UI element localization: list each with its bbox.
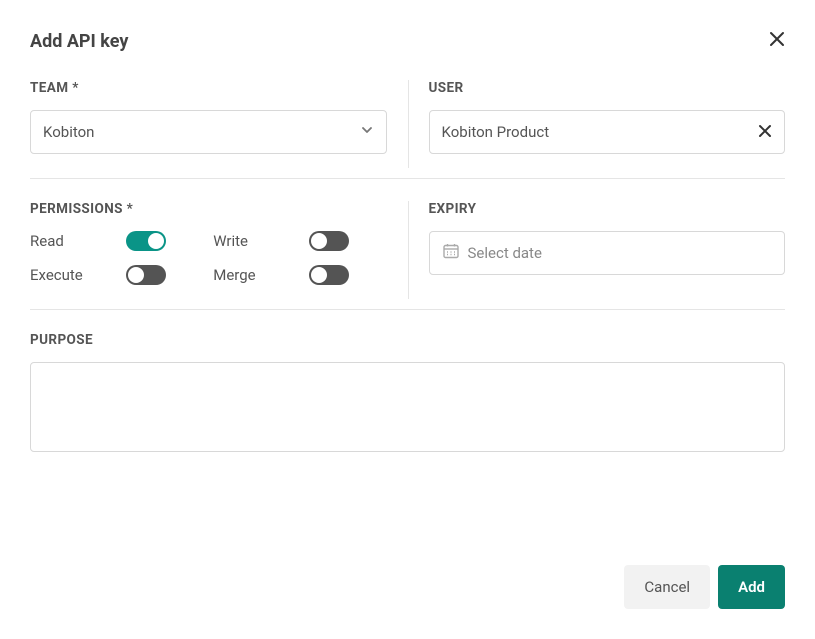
team-select-value: Kobiton [43, 123, 360, 141]
perm-read-row: Read [30, 231, 203, 251]
add-button[interactable]: Add [718, 565, 785, 609]
perm-merge-toggle[interactable] [309, 265, 349, 285]
perm-execute-toggle[interactable] [126, 265, 166, 285]
purpose-section: PURPOSE [30, 332, 785, 456]
dialog-header: Add API key [30, 30, 785, 52]
perm-execute-row: Execute [30, 265, 203, 285]
perm-read-label: Read [30, 232, 126, 250]
user-column: USER Kobiton Product [429, 80, 786, 154]
purpose-textarea[interactable] [30, 362, 785, 452]
perm-write-row: Write [213, 231, 386, 251]
perm-merge-label: Merge [213, 266, 309, 284]
expiry-placeholder: Select date [468, 244, 773, 262]
perm-read-toggle[interactable] [126, 231, 166, 251]
row-team-user: TEAM * Kobiton USER Kobiton Product [30, 80, 785, 179]
clear-user-icon[interactable] [758, 123, 772, 142]
perm-write-toggle[interactable] [309, 231, 349, 251]
perm-write-label: Write [213, 232, 309, 250]
expiry-date-input[interactable]: Select date [429, 231, 786, 275]
dialog-title: Add API key [30, 31, 128, 52]
calendar-icon [442, 242, 460, 264]
permissions-label: PERMISSIONS * [30, 201, 387, 217]
row-permissions-expiry: PERMISSIONS * Read Write Execute Merge E… [30, 201, 785, 310]
team-select[interactable]: Kobiton [30, 110, 387, 154]
close-icon[interactable] [769, 30, 785, 52]
dialog-footer: Cancel Add [624, 565, 785, 609]
chevron-down-icon [360, 123, 374, 141]
perm-execute-label: Execute [30, 266, 126, 284]
cancel-button[interactable]: Cancel [624, 565, 710, 609]
column-divider [408, 201, 409, 299]
team-column: TEAM * Kobiton [30, 80, 387, 154]
purpose-label: PURPOSE [30, 332, 785, 348]
perm-merge-row: Merge [213, 265, 386, 285]
user-label: USER [429, 80, 786, 96]
user-input-value: Kobiton Product [442, 123, 759, 141]
column-divider [408, 80, 409, 168]
team-label: TEAM * [30, 80, 387, 96]
expiry-column: EXPIRY Select date [429, 201, 786, 285]
permissions-column: PERMISSIONS * Read Write Execute Merge [30, 201, 387, 285]
user-input[interactable]: Kobiton Product [429, 110, 786, 154]
expiry-label: EXPIRY [429, 201, 786, 217]
